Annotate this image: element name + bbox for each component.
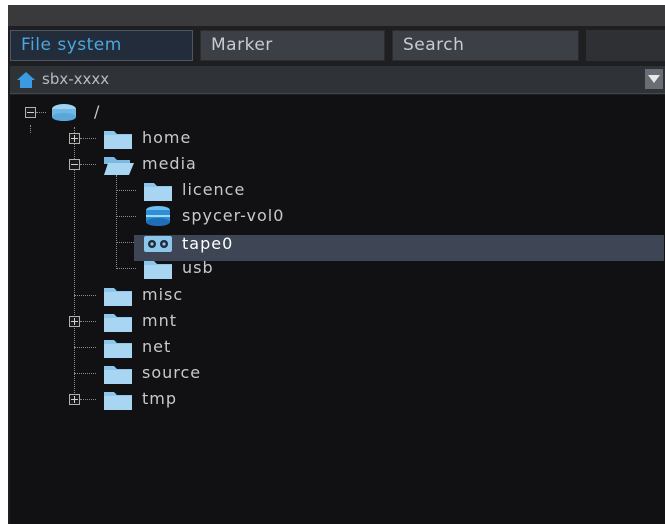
tape-icon [144, 236, 172, 252]
tree-label: media [142, 154, 197, 173]
home-icon [17, 72, 35, 88]
dropdown-button[interactable] [645, 69, 663, 89]
tree-label: misc [142, 285, 184, 304]
folder-tree: / home media licence spycer-vol0 tape0 u… [10, 95, 665, 524]
collapse-toggle-media[interactable] [69, 159, 80, 170]
expand-toggle-tmp[interactable] [69, 394, 80, 405]
location-selector[interactable]: sbx-xxxx [10, 66, 665, 94]
tab-marker[interactable]: Marker [200, 30, 385, 61]
volume-icon [146, 206, 170, 226]
tree-label: net [142, 337, 172, 356]
tab-search[interactable]: Search [392, 30, 579, 61]
tree-label: tmp [142, 389, 178, 408]
tab-bar-filler [586, 30, 665, 61]
expand-toggle-home[interactable] [69, 133, 80, 144]
tree-label: mnt [142, 311, 177, 330]
tab-file-system[interactable]: File system [10, 30, 193, 61]
tree-label: source [142, 363, 202, 382]
expand-toggle-mnt[interactable] [69, 316, 80, 327]
collapse-toggle-root[interactable] [25, 107, 36, 118]
folder-icon [104, 288, 132, 306]
folder-icon [104, 366, 132, 384]
location-label: sbx-xxxx [42, 70, 110, 88]
title-strip [8, 5, 665, 26]
tree-label: tape0 [182, 234, 234, 253]
folder-icon [144, 183, 172, 201]
folder-open-icon [104, 157, 134, 175]
folder-icon [144, 261, 172, 279]
drive-icon [52, 104, 76, 121]
tree-label: usb [182, 258, 214, 277]
tree-label: spycer-vol0 [182, 206, 285, 225]
tree-label: / [94, 102, 101, 121]
folder-icon [104, 392, 132, 410]
folder-icon [104, 314, 132, 332]
folder-icon [104, 340, 132, 358]
chevron-down-icon [648, 75, 660, 83]
tree-label: licence [182, 180, 246, 199]
file-browser-panel: File system Marker Search sbx-xxxx / hom… [8, 5, 665, 524]
tree-label: home [142, 128, 192, 147]
folder-icon [104, 131, 132, 149]
